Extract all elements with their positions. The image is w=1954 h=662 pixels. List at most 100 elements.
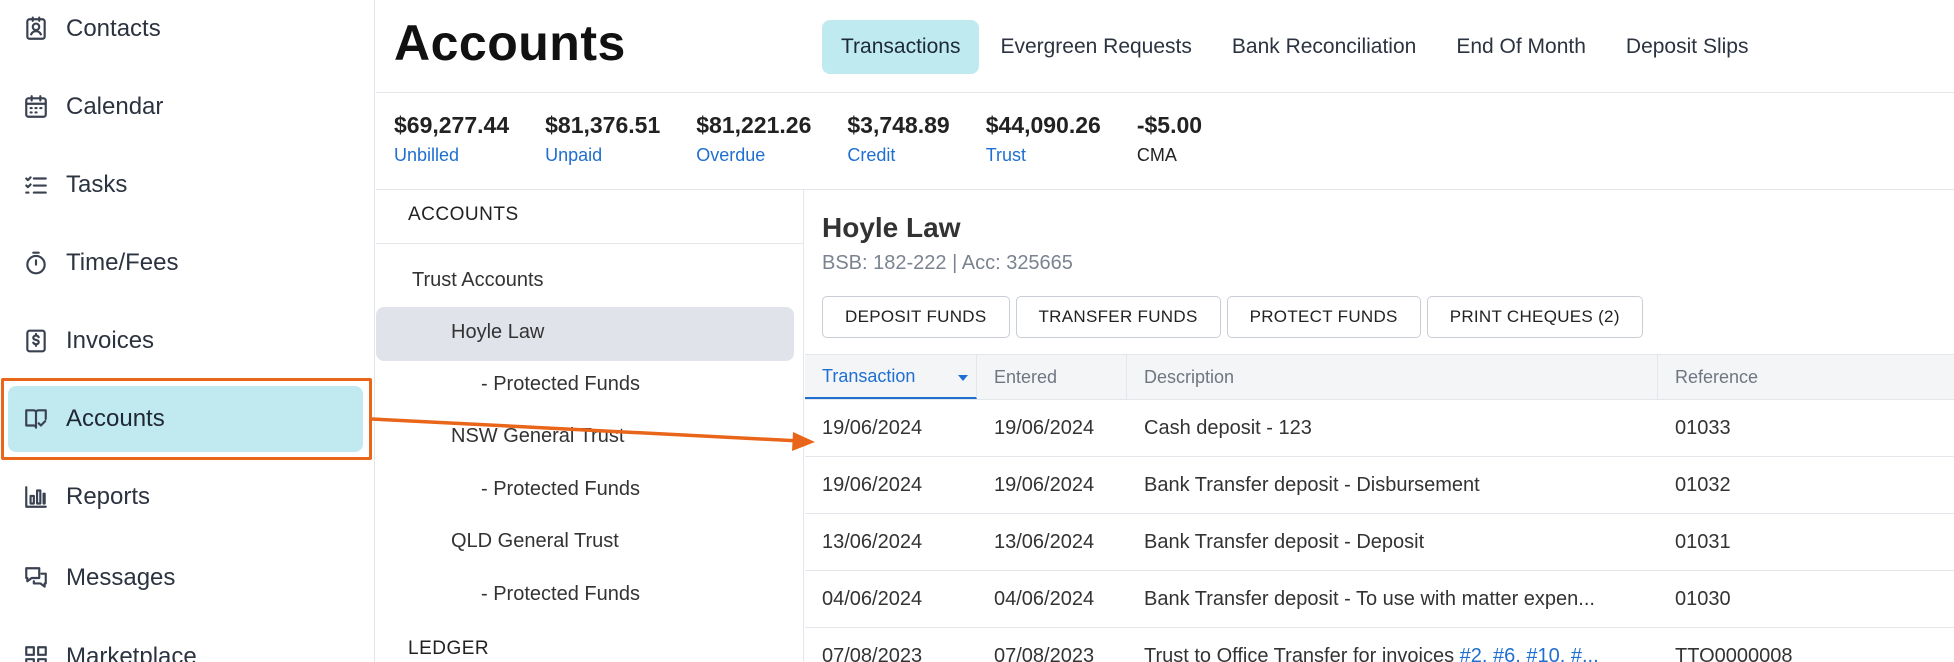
stat-amount: $81,376.51 — [545, 112, 661, 138]
header-divider — [376, 92, 1954, 93]
sidebar-item-marketplace[interactable]: Marketplace — [0, 622, 375, 662]
cell-reference: 01033 — [1675, 417, 1731, 439]
table-header: Transaction Entered Description Referenc… — [805, 354, 1954, 400]
sidebar-item-accounts[interactable]: Accounts — [0, 384, 375, 454]
stat-label[interactable]: Unpaid — [545, 145, 660, 166]
tree-item-protected-funds[interactable]: - Protected Funds — [481, 583, 640, 606]
sidebar-item-label: Accounts — [66, 405, 165, 432]
cell-reference: 01032 — [1675, 474, 1731, 496]
tree-item-protected-funds[interactable]: - Protected Funds — [481, 373, 640, 396]
protect-funds-button[interactable]: PROTECT FUNDS — [1226, 296, 1421, 338]
stat-label[interactable]: Trust — [986, 145, 1101, 166]
chat-bubbles-icon — [22, 564, 50, 592]
cell-description: Trust to Office Transfer for invoices #2… — [1127, 628, 1658, 662]
sidebar-item-calendar[interactable]: Calendar — [0, 72, 375, 142]
account-bank-details: BSB: 182-222 | Acc: 325665 — [822, 252, 1073, 274]
sort-descending-icon — [958, 375, 968, 381]
sidebar-item-label: Tasks — [66, 171, 128, 198]
cell-entered-date: 19/06/2024 — [994, 474, 1095, 496]
tab-evergreen-requests[interactable]: Evergreen Requests — [981, 20, 1210, 74]
cell-reference: 01031 — [1675, 531, 1731, 553]
column-header-transaction[interactable]: Transaction — [805, 355, 977, 399]
stat-unpaid[interactable]: $81,376.51 Unpaid — [545, 112, 660, 166]
calendar-icon — [22, 93, 50, 121]
table-row[interactable]: 19/06/2024 19/06/2024 Bank Transfer depo… — [805, 457, 1954, 514]
stat-amount: -$5.00 — [1136, 112, 1203, 138]
cell-entered-date: 07/08/2023 — [994, 645, 1095, 662]
stat-unbilled[interactable]: $69,277.44 Unbilled — [394, 112, 509, 166]
transfer-funds-button[interactable]: TRANSFER FUNDS — [1015, 296, 1221, 338]
tree-item-qld-general-trust[interactable]: QLD General Trust — [451, 530, 619, 553]
column-header-reference[interactable]: Reference — [1658, 355, 1954, 399]
tab-bar: Transactions Evergreen Requests Bank Rec… — [822, 20, 1769, 74]
sidebar-item-label: Invoices — [66, 327, 155, 354]
stat-amount: $69,277.44 — [394, 112, 510, 138]
print-cheques-button[interactable]: PRINT CHEQUES (2) — [1426, 296, 1643, 338]
stat-amount: $44,090.26 — [985, 112, 1101, 138]
stat-amount: $81,221.26 — [696, 112, 812, 138]
page-title: Accounts — [394, 15, 626, 71]
stat-label[interactable]: Overdue — [696, 145, 811, 166]
sidebar-item-label: Marketplace — [66, 643, 197, 662]
stat-cma: -$5.00 CMA — [1137, 112, 1202, 166]
tasks-icon — [22, 171, 50, 199]
column-header-label: Reference — [1675, 366, 1759, 387]
contacts-icon — [22, 15, 50, 43]
cell-transaction-date: 13/06/2024 — [822, 531, 923, 553]
table-row[interactable]: 04/06/2024 04/06/2024 Bank Transfer depo… — [805, 571, 1954, 628]
sidebar-item-reports[interactable]: Reports — [0, 462, 375, 532]
tree-item-nsw-general-trust[interactable]: NSW General Trust — [451, 425, 624, 448]
sidebar-item-label: Time/Fees — [66, 249, 179, 276]
invoice-links[interactable]: #2, #6, #10, #... — [1460, 645, 1599, 662]
sidebar-item-contacts[interactable]: Contacts — [0, 0, 375, 64]
ledger-book-icon — [22, 405, 50, 433]
cell-transaction-date: 04/06/2024 — [822, 588, 923, 610]
tree-active-background — [376, 307, 794, 361]
cell-transaction-date: 07/08/2023 — [822, 645, 923, 662]
sidebar: Contacts Calendar Tasks Time/Fees Invoic… — [0, 0, 375, 662]
sidebar-item-time-fees[interactable]: Time/Fees — [0, 228, 375, 298]
sidebar-item-label: Messages — [66, 564, 176, 591]
tree-item-protected-funds[interactable]: - Protected Funds — [481, 478, 640, 501]
table-row[interactable]: 07/08/2023 07/08/2023 Trust to Office Tr… — [805, 628, 1954, 662]
cell-transaction-date: 19/06/2024 — [822, 417, 923, 439]
ledger-heading: LEDGER — [408, 638, 490, 659]
table-row[interactable]: 19/06/2024 19/06/2024 Cash deposit - 123… — [805, 400, 1954, 457]
sidebar-item-messages[interactable]: Messages — [0, 543, 375, 613]
stat-label[interactable]: Credit — [847, 145, 949, 166]
tab-bank-reconciliation[interactable]: Bank Reconciliation — [1213, 20, 1435, 74]
cell-entered-date: 04/06/2024 — [994, 588, 1095, 610]
cell-description: Bank Transfer deposit - To use with matt… — [1144, 588, 1595, 610]
accounts-heading: ACCOUNTS — [408, 204, 519, 225]
sidebar-item-invoices[interactable]: Invoices — [0, 306, 375, 376]
summary-stats: $69,277.44 Unbilled $81,376.51 Unpaid $8… — [394, 112, 1238, 166]
sidebar-item-label: Contacts — [66, 15, 161, 42]
sidebar-item-tasks[interactable]: Tasks — [0, 150, 375, 220]
tab-transactions[interactable]: Transactions — [822, 20, 980, 74]
accounts-tree-panel: ACCOUNTS Trust Accounts Hoyle Law - Prot… — [376, 190, 804, 662]
cell-description: Bank Transfer deposit - Disbursement — [1144, 474, 1480, 496]
column-header-entered[interactable]: Entered — [977, 355, 1127, 399]
deposit-funds-button[interactable]: DEPOSIT FUNDS — [822, 296, 1010, 338]
stat-overdue[interactable]: $81,221.26 Overdue — [696, 112, 811, 166]
stat-label: CMA — [1136, 145, 1177, 165]
stat-credit[interactable]: $3,748.89 Credit — [847, 112, 949, 166]
tree-item-hoyle-law[interactable]: Hoyle Law — [451, 321, 544, 344]
table-row[interactable]: 13/06/2024 13/06/2024 Bank Transfer depo… — [805, 514, 1954, 571]
cell-reference: 01030 — [1675, 588, 1731, 610]
stat-amount: $3,748.89 — [847, 112, 950, 138]
tab-end-of-month[interactable]: End Of Month — [1437, 20, 1605, 74]
tree-group-trust-accounts[interactable]: Trust Accounts — [412, 269, 544, 292]
column-header-label: Transaction — [822, 365, 916, 386]
sidebar-item-label: Calendar — [66, 93, 164, 120]
stat-trust[interactable]: $44,090.26 Trust — [986, 112, 1101, 166]
tree-divider — [376, 243, 804, 244]
stat-label[interactable]: Unbilled — [394, 145, 509, 166]
tab-deposit-slips[interactable]: Deposit Slips — [1607, 20, 1768, 74]
invoice-icon — [22, 327, 50, 355]
column-header-description[interactable]: Description — [1127, 355, 1658, 399]
stopwatch-icon — [22, 249, 50, 277]
cell-transaction-date: 19/06/2024 — [822, 474, 923, 496]
cell-entered-date: 13/06/2024 — [994, 531, 1095, 553]
cell-description: Bank Transfer deposit - Deposit — [1144, 531, 1425, 553]
